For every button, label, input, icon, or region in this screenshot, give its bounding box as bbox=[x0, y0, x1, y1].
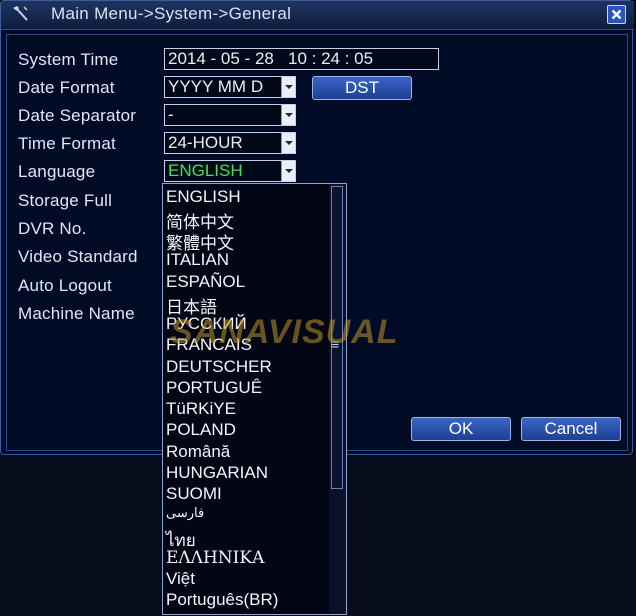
hammer-icon bbox=[13, 6, 28, 21]
dst-button[interactable]: DST bbox=[312, 76, 412, 100]
chevron-down-icon[interactable] bbox=[281, 161, 295, 181]
language-option[interactable]: ENGLISH bbox=[166, 187, 241, 207]
language-option[interactable]: Português(BR) bbox=[166, 590, 278, 610]
language-option[interactable]: HUNGARIAN bbox=[166, 463, 268, 483]
system-time-field[interactable]: 2014 - 05 - 28 10 : 24 : 05 bbox=[164, 48, 439, 70]
auto-logout-label: Auto Logout bbox=[18, 276, 112, 295]
window-title: Main Menu->System->General bbox=[51, 4, 292, 23]
language-option[interactable]: TüRKiYE bbox=[166, 399, 236, 419]
language-label: Language bbox=[18, 162, 96, 181]
date-format-label: Date Format bbox=[18, 78, 115, 97]
cancel-button[interactable]: Cancel bbox=[521, 417, 621, 441]
date-format-select[interactable]: YYYY MM D bbox=[164, 76, 296, 98]
language-option[interactable]: SUOMI bbox=[166, 484, 222, 504]
chevron-down-icon[interactable] bbox=[281, 133, 295, 153]
language-option[interactable]: ESPAÑOL bbox=[166, 272, 245, 292]
language-value: ENGLISH bbox=[168, 161, 243, 180]
language-option[interactable]: فارسی bbox=[166, 505, 204, 521]
chevron-down-icon[interactable] bbox=[281, 105, 295, 125]
date-format-value: YYYY MM D bbox=[168, 77, 264, 96]
language-option[interactable]: POLAND bbox=[166, 420, 236, 440]
dvr-no-label: DVR No. bbox=[18, 219, 87, 238]
title-bar[interactable]: Main Menu->System->General bbox=[1, 1, 634, 30]
language-dropdown-list[interactable]: ENGLISH 简体中文 繁體中文 ITALIAN ESPAÑOL 日本語 РУ… bbox=[162, 183, 347, 615]
date-separator-label: Date Separator bbox=[18, 106, 137, 125]
machine-name-label: Machine Name bbox=[18, 304, 135, 323]
watermark: SANAVISUAL bbox=[170, 313, 399, 351]
date-separator-select[interactable]: - bbox=[164, 104, 296, 126]
chevron-down-icon[interactable] bbox=[281, 77, 295, 97]
language-option[interactable]: Română bbox=[166, 442, 230, 462]
system-time-label: System Time bbox=[18, 50, 119, 69]
video-standard-label: Video Standard bbox=[18, 247, 138, 266]
date-separator-value: - bbox=[168, 105, 174, 124]
system-time-value: 2014 - 05 - 28 10 : 24 : 05 bbox=[168, 49, 374, 68]
language-option[interactable]: PORTUGUÊ bbox=[166, 378, 262, 398]
language-option[interactable]: ITALIAN bbox=[166, 250, 229, 270]
close-button[interactable] bbox=[607, 5, 626, 24]
close-icon bbox=[611, 9, 622, 20]
time-format-label: Time Format bbox=[18, 134, 116, 153]
language-option[interactable]: ΕΛΛΗΝΙΚΑ bbox=[166, 548, 264, 568]
ok-button[interactable]: OK bbox=[411, 417, 511, 441]
time-format-select[interactable]: 24-HOUR bbox=[164, 132, 296, 154]
language-select[interactable]: ENGLISH bbox=[164, 160, 296, 182]
language-option[interactable]: DEUTSCHER bbox=[166, 357, 272, 377]
time-format-value: 24-HOUR bbox=[168, 133, 243, 152]
storage-full-label: Storage Full bbox=[18, 191, 113, 210]
language-option[interactable]: Việt bbox=[166, 569, 195, 589]
